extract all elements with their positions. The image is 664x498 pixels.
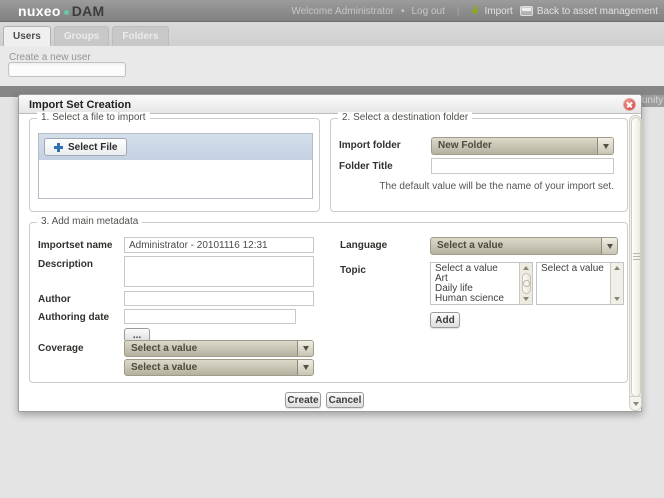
scroll-down-button[interactable]	[611, 294, 623, 304]
close-icon	[626, 102, 632, 108]
topic-selected-list[interactable]: Select a value	[536, 262, 624, 305]
file-upload-area: Select File	[38, 133, 313, 199]
dialog-title: Import Set Creation	[29, 99, 131, 111]
language-label: Language	[340, 240, 387, 251]
topic-available-list[interactable]: Select a value Art Daily life Human scie…	[430, 262, 533, 305]
scroll-up-button[interactable]	[520, 263, 532, 273]
tab-groups[interactable]: Groups	[54, 26, 110, 46]
tabs: Users Groups Folders	[3, 26, 169, 46]
users-page: Create a new user	[0, 46, 664, 86]
importset-name-label: Importset name	[38, 240, 112, 251]
author-label: Author	[38, 294, 71, 305]
chevron-down-icon	[297, 341, 313, 356]
import-link-label: Import	[484, 6, 512, 17]
tab-users[interactable]: Users	[3, 26, 51, 46]
language-value: Select a value	[431, 238, 601, 254]
import-folder-value: New Folder	[432, 138, 597, 154]
back-link-label: Back to asset management	[537, 6, 658, 17]
coverage-select-secondary[interactable]: Select a value	[124, 359, 314, 376]
folder-title-label: Folder Title	[339, 161, 393, 172]
app-screen: nuxeo DAM Welcome Administrator • Log ou…	[0, 0, 664, 498]
chevron-down-icon	[601, 238, 617, 254]
tab-bar: Users Groups Folders	[0, 22, 664, 46]
import-folder-label: Import folder	[339, 140, 401, 151]
coverage-primary-value: Select a value	[125, 341, 297, 356]
logo-brand: nuxeo	[18, 3, 61, 19]
description-textarea[interactable]	[124, 256, 314, 287]
list-scrollbar[interactable]	[519, 263, 532, 304]
header-actions: Welcome Administrator • Log out | Import…	[291, 0, 658, 22]
pipe-separator: |	[457, 6, 460, 17]
list-scrollbar[interactable]	[610, 263, 623, 304]
import-link[interactable]: Import	[471, 6, 512, 17]
obscured-background-text: unity	[642, 95, 664, 107]
chevron-down-icon	[297, 360, 313, 375]
chevron-down-icon	[597, 138, 613, 154]
import-arrow-icon	[471, 6, 480, 16]
plus-icon	[54, 143, 63, 152]
welcome-text: Welcome Administrator	[291, 6, 394, 17]
create-button[interactable]: Create	[285, 392, 321, 408]
add-button[interactable]: Add	[430, 312, 460, 328]
select-file-button[interactable]: Select File	[44, 138, 127, 156]
dialog-scrollbar[interactable]	[629, 115, 642, 411]
close-button[interactable]	[623, 98, 636, 111]
logout-link[interactable]: Log out	[411, 6, 444, 17]
topic-selected-items: Select a value	[537, 263, 610, 304]
authoring-date-input[interactable]	[124, 309, 296, 324]
scroll-grip-icon	[633, 256, 640, 257]
author-input[interactable]	[124, 291, 314, 306]
language-select[interactable]: Select a value	[430, 237, 618, 255]
nuxeo-dam-logo: nuxeo DAM	[18, 3, 105, 19]
folder-section-legend: 2. Select a destination folder	[338, 112, 472, 123]
topic-label: Topic	[340, 265, 366, 276]
scroll-up-button[interactable]	[611, 263, 623, 273]
coverage-label: Coverage	[38, 343, 84, 354]
select-file-label: Select File	[68, 142, 117, 153]
metadata-section: 3. Add main metadata Importset name Desc…	[29, 222, 628, 383]
folder-help-text: The default value will be the name of yo…	[351, 181, 614, 192]
back-to-asset-management-link[interactable]: Back to asset management	[520, 6, 658, 17]
import-set-creation-dialog: Import Set Creation 1. Select a file to …	[18, 94, 642, 412]
logo-product: DAM	[72, 3, 105, 19]
folder-section: 2. Select a destination folder Import fo…	[330, 118, 628, 212]
scroll-grip-icon	[523, 280, 530, 287]
coverage-select-primary[interactable]: Select a value	[124, 340, 314, 357]
new-user-input[interactable]	[8, 62, 126, 77]
list-item[interactable]: Human science	[431, 294, 519, 304]
list-item[interactable]: Select a value	[537, 264, 610, 274]
authoring-date-label: Authoring date	[38, 312, 109, 323]
scroll-thumb[interactable]	[522, 273, 531, 294]
file-section: 1. Select a file to import Select File	[29, 118, 320, 212]
importset-name-input[interactable]	[124, 237, 314, 253]
topic-available-items: Select a value Art Daily life Human scie…	[431, 263, 519, 304]
asset-management-icon	[520, 6, 533, 16]
top-header: nuxeo DAM Welcome Administrator • Log ou…	[0, 0, 664, 22]
metadata-section-legend: 3. Add main metadata	[37, 216, 142, 227]
scroll-down-button[interactable]	[520, 294, 532, 304]
cancel-button[interactable]: Cancel	[326, 392, 364, 408]
description-label: Description	[38, 259, 93, 270]
scroll-down-button[interactable]	[630, 396, 641, 410]
scroll-thumb[interactable]	[631, 117, 641, 397]
file-section-legend: 1. Select a file to import	[37, 112, 150, 123]
coverage-secondary-value: Select a value	[125, 360, 297, 375]
file-toolbar: Select File	[39, 134, 312, 160]
logo-dot-icon	[64, 10, 69, 15]
bullet-separator: •	[401, 6, 405, 17]
tab-folders[interactable]: Folders	[112, 26, 168, 46]
import-folder-select[interactable]: New Folder	[431, 137, 614, 155]
folder-title-input[interactable]	[431, 158, 614, 174]
